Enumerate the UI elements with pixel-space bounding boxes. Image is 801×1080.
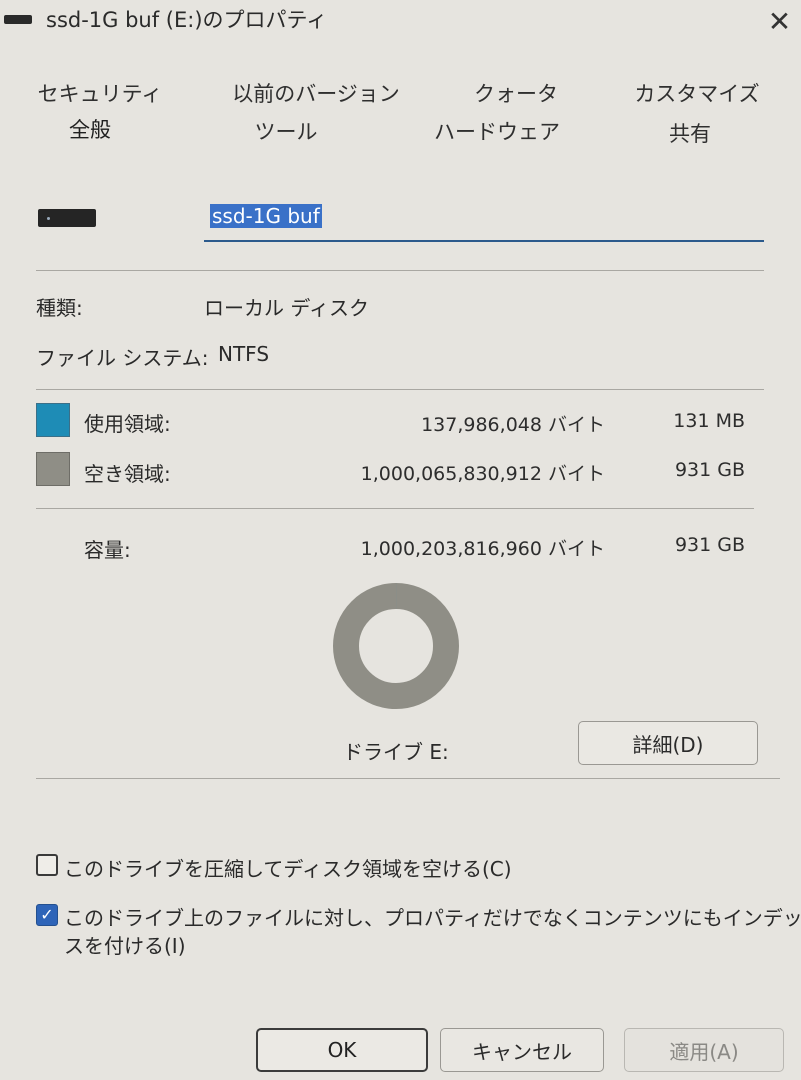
- compress-checkbox[interactable]: [36, 854, 58, 876]
- filesystem-value: NTFS: [218, 342, 270, 366]
- window-title: ssd-1G buf (E:)のプロパティ: [46, 8, 328, 32]
- drive-icon: [4, 15, 32, 24]
- apply-button[interactable]: 適用(A): [624, 1028, 784, 1072]
- drive-name-text: ssd-1G buf: [210, 204, 322, 228]
- ok-button[interactable]: OK: [256, 1028, 428, 1072]
- capacity-size: 931 GB: [674, 534, 745, 556]
- tab-customize[interactable]: カスタマイズ: [634, 78, 759, 108]
- divider: [36, 508, 754, 509]
- tab-hardware[interactable]: ハードウェア: [434, 116, 560, 146]
- filesystem-label: ファイル システム:: [36, 346, 209, 370]
- checkmark-icon: ✓: [40, 905, 54, 924]
- tab-general[interactable]: 全般: [69, 114, 111, 144]
- free-space-bytes: 1,000,065,830,912 バイト: [360, 463, 605, 485]
- capacity-label: 容量:: [84, 538, 131, 562]
- details-button[interactable]: 詳細(D): [578, 721, 758, 765]
- drive-icon: [38, 209, 96, 227]
- tab-previous-versions[interactable]: 以前のバージョン: [232, 78, 400, 108]
- usage-donut-chart: [333, 583, 459, 709]
- type-label: 種類:: [36, 296, 83, 320]
- divider: [36, 270, 764, 271]
- divider: [36, 389, 764, 390]
- compress-label: このドライブを圧縮してディスク領域を空ける(C): [64, 857, 512, 881]
- index-checkbox[interactable]: ✓: [36, 904, 58, 926]
- close-icon: ✕: [767, 4, 792, 38]
- free-space-swatch: [36, 452, 70, 486]
- free-space-label: 空き領域:: [84, 462, 171, 486]
- free-space-ring: [333, 583, 459, 709]
- tab-quota[interactable]: クォータ: [474, 78, 558, 108]
- used-space-label: 使用領域:: [84, 412, 171, 436]
- free-space-size: 931 GB: [674, 459, 745, 481]
- tab-security[interactable]: セキュリティ: [38, 78, 163, 108]
- type-value: ローカル ディスク: [204, 296, 369, 320]
- tab-sharing[interactable]: 共有: [669, 118, 711, 148]
- used-space-size: 131 MB: [673, 410, 745, 432]
- title-bar: ssd-1G buf (E:)のプロパティ ✕: [0, 0, 801, 42]
- tab-tools[interactable]: ツール: [255, 116, 318, 146]
- capacity-bytes: 1,000,203,816,960 バイト: [360, 538, 605, 560]
- cancel-button[interactable]: キャンセル: [440, 1028, 604, 1072]
- drive-letter-label: ドライブ E:: [343, 740, 449, 764]
- drive-name-input[interactable]: ssd-1G buf: [204, 196, 764, 242]
- close-button[interactable]: ✕: [758, 0, 801, 42]
- index-label-line1: このドライブ上のファイルに対し、プロパティだけでなくコンテンツにもインデック: [64, 906, 801, 930]
- index-label-line2: スを付ける(I): [64, 934, 186, 958]
- used-space-bytes: 137,986,048 バイト: [421, 414, 605, 436]
- divider: [36, 778, 780, 779]
- used-space-swatch: [36, 403, 70, 437]
